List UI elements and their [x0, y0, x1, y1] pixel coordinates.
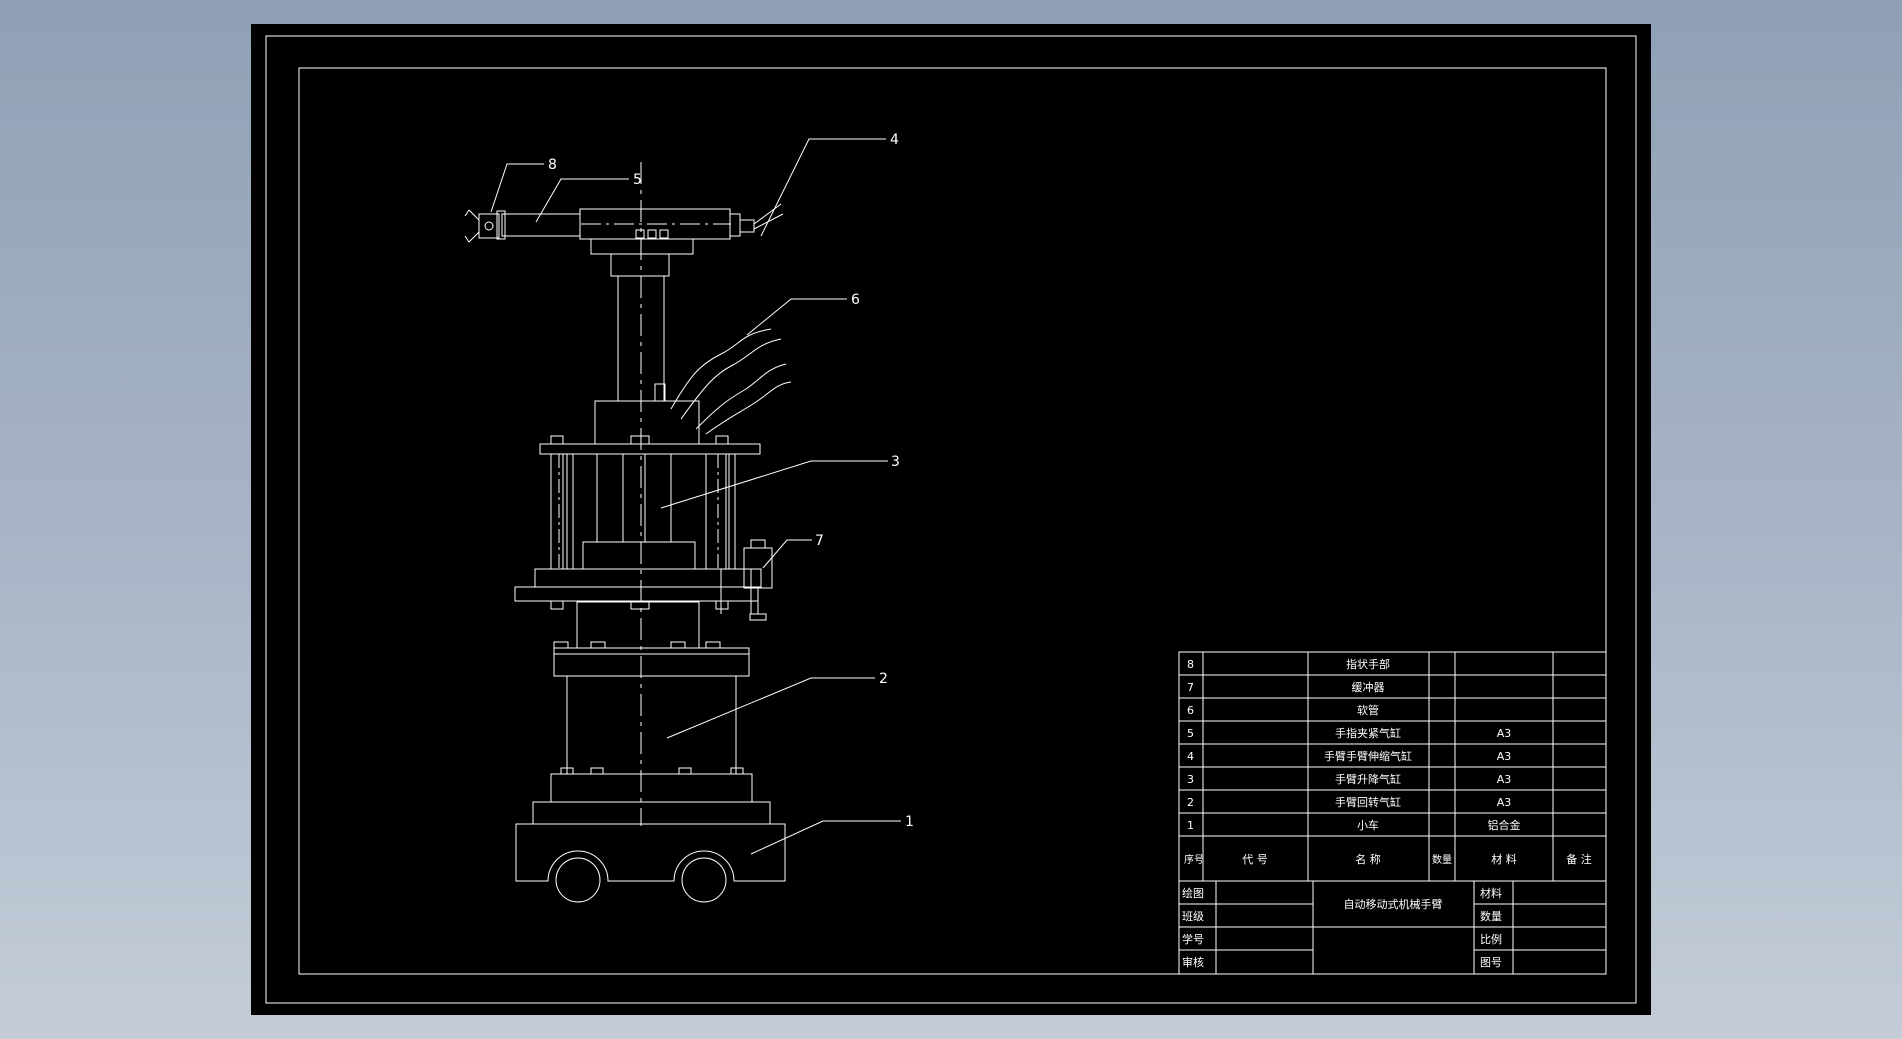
row-no: 7 — [1187, 681, 1194, 694]
row-name: 手指夹紧气缸 — [1335, 726, 1401, 740]
drawing-sheet: 1 2 3 4 5 6 7 8 8 指状手部 7 缓冲器 6 软管 5 手指夹紧… — [251, 24, 1651, 1015]
hose — [670, 328, 792, 435]
leader-lines — [490, 138, 901, 855]
header-material: 材 料 — [1491, 852, 1517, 866]
row-no: 6 — [1187, 704, 1194, 717]
row-name: 指状手部 — [1346, 657, 1390, 671]
callout-6: 6 — [851, 292, 860, 308]
callout-1: 1 — [905, 814, 914, 830]
parts-table: 8 指状手部 7 缓冲器 6 软管 5 手指夹紧气缸 A3 4 手臂手臂伸缩气缸… — [1178, 651, 1607, 975]
callout-8: 8 — [548, 157, 557, 173]
row-no: 1 — [1187, 819, 1194, 832]
arm-cylinder — [496, 203, 784, 240]
student-no-label: 学号 — [1182, 932, 1204, 946]
row-material: A3 — [1497, 750, 1512, 763]
row-no: 5 — [1187, 727, 1194, 740]
class-label: 班级 — [1182, 910, 1204, 923]
robot-arm-drawing — [464, 138, 901, 903]
gripper — [464, 209, 500, 243]
material-label: 材料 — [1480, 886, 1502, 900]
row-material: A3 — [1497, 727, 1512, 740]
rotary-cylinder — [550, 601, 753, 803]
row-name: 手臂回转气缸 — [1335, 795, 1401, 809]
row-material: A3 — [1497, 796, 1512, 809]
drawn-label: 绘图 — [1182, 886, 1204, 900]
buffer — [743, 539, 773, 621]
header-remark: 备 注 — [1566, 852, 1592, 866]
row-material: 铝合金 — [1488, 818, 1521, 832]
wheel-left — [555, 857, 601, 903]
lift-cylinder — [514, 435, 762, 614]
drawing-no-label: 图号 — [1480, 956, 1502, 969]
row-name: 小车 — [1357, 818, 1379, 832]
cad-drawing: 1 2 3 4 5 6 7 8 8 指状手部 7 缓冲器 6 软管 5 手指夹紧… — [265, 35, 1637, 1004]
callout-numbers: 1 2 3 4 5 6 7 8 — [548, 132, 914, 830]
header-name: 名 称 — [1355, 852, 1381, 866]
row-no: 2 — [1187, 796, 1194, 809]
review-label: 审核 — [1182, 955, 1204, 969]
callout-3: 3 — [891, 454, 900, 470]
quantity-label: 数量 — [1480, 910, 1502, 923]
row-material: A3 — [1497, 773, 1512, 786]
callout-4: 4 — [890, 132, 899, 148]
callout-7: 7 — [815, 533, 824, 549]
scale-label: 比例 — [1480, 932, 1502, 946]
row-name: 缓冲器 — [1352, 680, 1385, 694]
wheel-right — [681, 857, 727, 903]
outer-frame — [265, 35, 1637, 1004]
row-no: 3 — [1187, 773, 1194, 786]
header-no: 序号 — [1184, 853, 1204, 866]
row-name: 手臂升降气缸 — [1335, 772, 1401, 786]
header-code: 代 号 — [1242, 853, 1268, 866]
row-no: 8 — [1187, 658, 1194, 671]
inner-frame — [298, 67, 1607, 975]
row-name: 软管 — [1357, 703, 1379, 717]
header-qty: 数量 — [1432, 853, 1452, 866]
cart — [515, 801, 786, 903]
row-name: 手臂手臂伸缩气缸 — [1324, 749, 1412, 763]
column — [590, 238, 700, 445]
drawing-title: 自动移动式机械手臂 — [1344, 897, 1443, 911]
callout-5: 5 — [633, 172, 642, 188]
row-no: 4 — [1187, 750, 1194, 763]
callout-2: 2 — [879, 671, 888, 687]
